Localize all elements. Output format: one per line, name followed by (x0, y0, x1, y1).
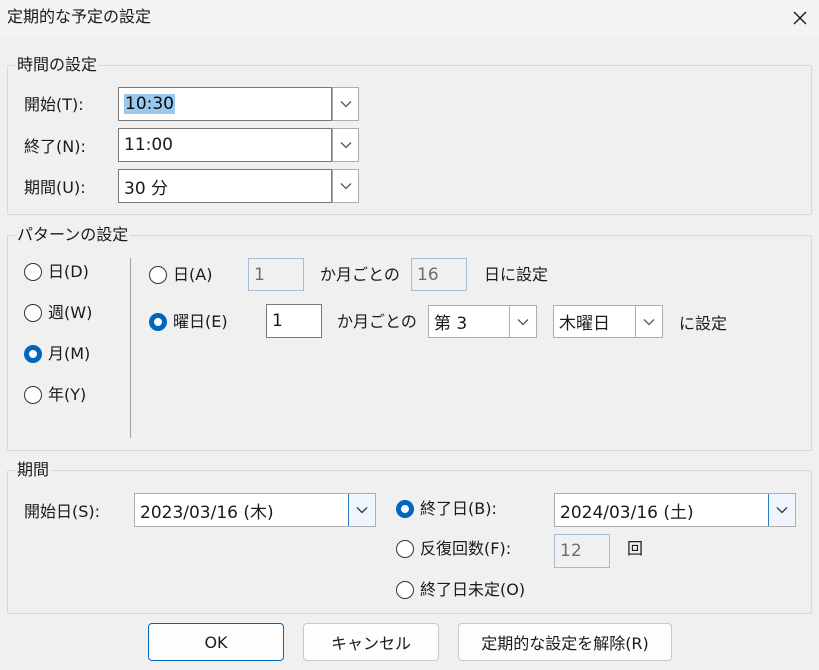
occurrences-value: 12 (560, 541, 582, 561)
day-every-months-value: 1 (254, 264, 265, 285)
radio-circle-checked (24, 345, 42, 363)
frequency-yearly-label: 年(Y) (48, 385, 87, 404)
cancel-button[interactable]: キャンセル (303, 623, 439, 661)
radio-circle (24, 386, 42, 404)
occurrences-unit: 回 (627, 539, 644, 558)
chevron-down-icon (340, 183, 351, 190)
range-start-date-picker[interactable]: 2023/03/16 (木) (134, 493, 376, 527)
radio-circle-checked (396, 500, 414, 518)
end-date-dropdown-button[interactable] (768, 494, 795, 526)
radio-circle (24, 263, 42, 281)
radio-circle (24, 304, 42, 322)
end-time-dropdown-button[interactable] (332, 128, 359, 162)
start-time-dropdown-button[interactable] (332, 87, 359, 121)
time-settings-label: 時間の設定 (15, 55, 100, 75)
frequency-weekly-label: 週(W) (48, 303, 93, 322)
chevron-down-icon (517, 318, 529, 325)
weekday-every-months-input[interactable]: 1 (266, 304, 322, 338)
day-suffix-text: 日に設定 (484, 265, 549, 284)
start-time-input[interactable]: 10:30 (118, 87, 332, 121)
weekday-every-months-value: 1 (272, 311, 283, 331)
no-end-date-label: 終了日未定(O) (420, 580, 526, 599)
radio-circle (149, 266, 167, 284)
start-time-label: 開始(T): (24, 95, 84, 114)
range-label: 期間 (15, 460, 52, 480)
no-end-date-radio[interactable]: 終了日未定(O) (396, 579, 525, 601)
chevron-down-icon (776, 507, 788, 514)
end-date-value: 2024/03/16 (土) (560, 502, 694, 523)
radio-circle (396, 581, 414, 599)
frequency-daily-radio[interactable]: 日(D) (24, 261, 89, 283)
pattern-settings-label: パターンの設定 (15, 225, 131, 245)
day-months-text: か月ごとの (320, 265, 400, 284)
weekday-months-text: か月ごとの (337, 312, 417, 331)
day-number-input[interactable]: 16 (411, 258, 467, 291)
end-time-input[interactable]: 11:00 (118, 128, 332, 162)
chevron-down-icon (356, 507, 368, 514)
chevron-down-icon (340, 142, 351, 149)
end-date-picker[interactable]: 2024/03/16 (土) (554, 493, 796, 527)
chevron-down-icon (340, 101, 351, 108)
day-of-month-label: 日(A) (173, 265, 213, 284)
ordinal-dropdown-button[interactable] (509, 306, 536, 337)
end-after-radio[interactable]: 反復回数(F): (396, 538, 511, 560)
duration-input[interactable]: 30 分 (118, 169, 332, 203)
duration-value: 30 分 (124, 178, 169, 199)
day-every-months-input[interactable]: 1 (248, 258, 304, 291)
day-of-month-radio[interactable]: 日(A) (149, 264, 212, 286)
weekday-select[interactable]: 木曜日 (553, 305, 663, 338)
radio-circle-checked (149, 313, 167, 331)
weekday-radio[interactable]: 曜日(E) (149, 311, 228, 333)
radio-circle (396, 540, 414, 558)
weekday-suffix-text: に設定 (679, 314, 728, 333)
pattern-settings-group (7, 235, 812, 451)
frequency-daily-label: 日(D) (48, 262, 89, 281)
duration-label: 期間(U): (24, 178, 86, 197)
range-start-date-value: 2023/03/16 (木) (140, 502, 274, 523)
end-by-label: 終了日(B): (420, 499, 497, 518)
weekday-label: 曜日(E) (173, 312, 228, 331)
end-by-radio[interactable]: 終了日(B): (396, 498, 497, 520)
frequency-weekly-radio[interactable]: 週(W) (24, 302, 92, 324)
ordinal-value: 第 3 (434, 314, 468, 334)
frequency-monthly-label: 月(M) (48, 344, 91, 363)
close-icon (793, 11, 807, 25)
close-button[interactable] (781, 0, 819, 36)
remove-recurrence-button[interactable]: 定期的な設定を解除(R) (458, 623, 672, 661)
frequency-yearly-radio[interactable]: 年(Y) (24, 384, 86, 406)
end-after-label: 反復回数(F): (420, 539, 512, 558)
range-start-label: 開始日(S): (24, 502, 101, 521)
pattern-divider (130, 258, 131, 438)
chevron-down-icon (643, 318, 655, 325)
weekday-value: 木曜日 (559, 314, 610, 334)
end-time-value: 11:00 (124, 135, 173, 155)
range-start-date-dropdown-button[interactable] (348, 494, 375, 526)
weekday-dropdown-button[interactable] (635, 306, 662, 337)
ok-button[interactable]: OK (148, 623, 284, 661)
occurrences-input[interactable]: 12 (554, 534, 610, 568)
frequency-monthly-radio[interactable]: 月(M) (24, 343, 90, 365)
end-time-label: 終了(N): (24, 137, 86, 156)
ordinal-select[interactable]: 第 3 (428, 305, 537, 338)
day-number-value: 16 (417, 264, 439, 285)
duration-dropdown-button[interactable] (332, 169, 359, 203)
start-time-value: 10:30 (124, 94, 175, 114)
window-title: 定期的な予定の設定 (7, 7, 152, 26)
